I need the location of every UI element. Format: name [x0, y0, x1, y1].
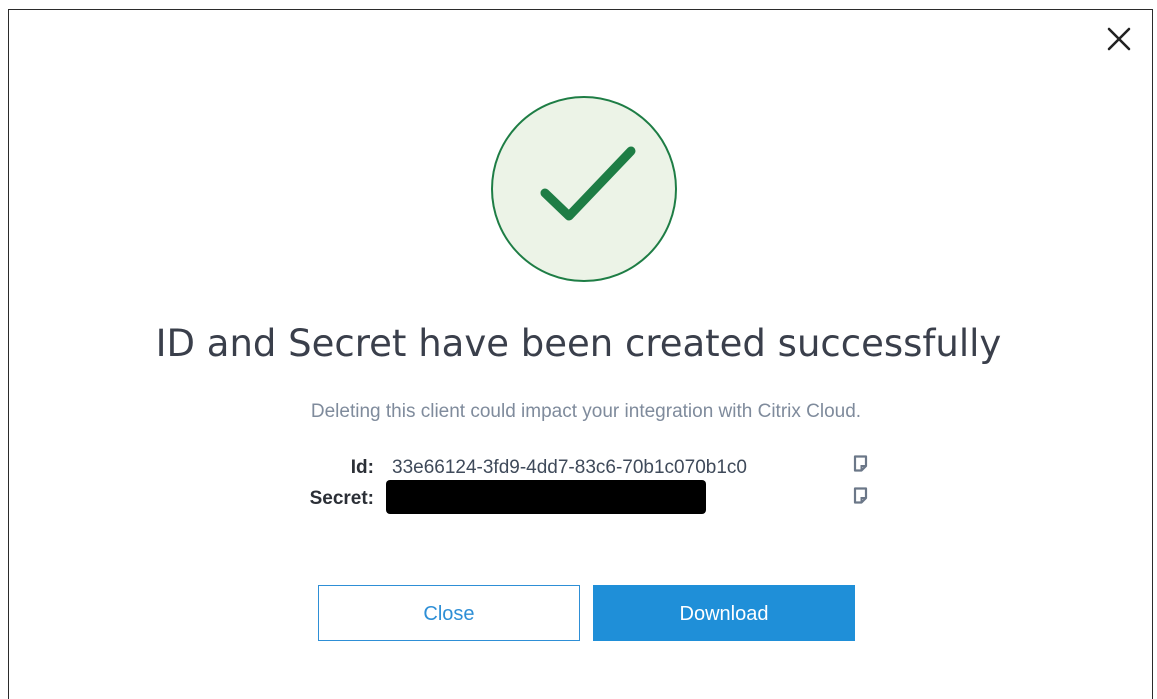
copy-id-icon[interactable]	[853, 455, 871, 475]
id-value: 33e66124-3fd9-4dd7-83c6-70b1c070b1c0	[392, 457, 747, 478]
download-button[interactable]: Download	[593, 585, 855, 641]
secret-label: Secret:	[309, 488, 374, 509]
dialog-subtitle: Deleting this client could impact your i…	[310, 401, 862, 422]
id-label: Id:	[350, 457, 374, 478]
secret-redaction	[386, 480, 706, 514]
success-badge	[491, 96, 677, 282]
close-button[interactable]: Close	[318, 585, 580, 641]
checkmark-icon	[540, 146, 636, 221]
close-icon[interactable]	[1104, 24, 1134, 54]
dialog-title: ID and Secret have been created successf…	[155, 322, 1002, 365]
copy-secret-icon[interactable]	[853, 487, 871, 507]
